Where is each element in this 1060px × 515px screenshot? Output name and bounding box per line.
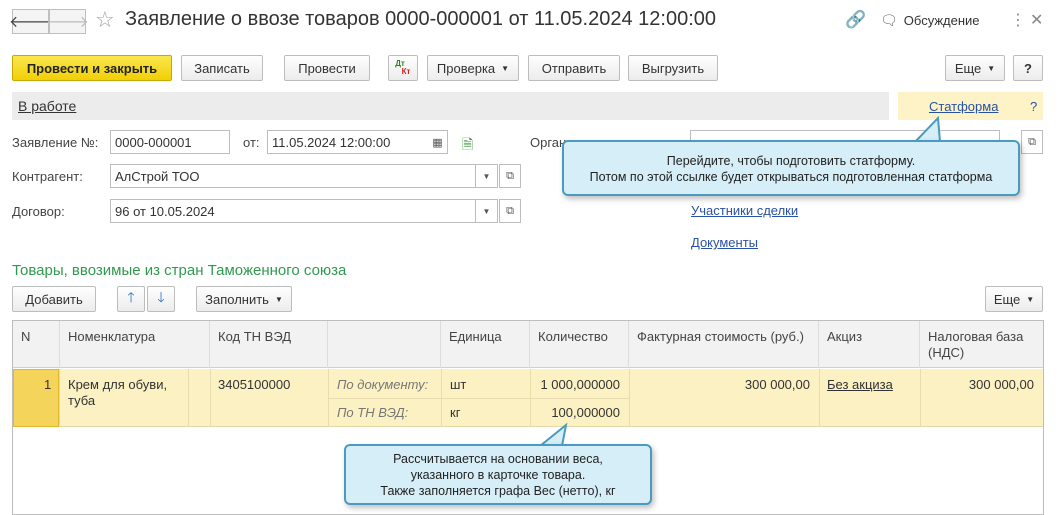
col-nomenclature[interactable]: Номенклатура: [60, 321, 210, 368]
add-button[interactable]: Добавить: [12, 286, 96, 312]
weight-tooltip-line3: Также заполняется графа Вес (нетто), кг: [380, 484, 616, 498]
arrow-right-icon: 🡒: [46, 14, 89, 31]
row-number-cell[interactable]: [13, 369, 59, 427]
row-code: 3405100000: [218, 377, 291, 392]
page-title: Заявление о ввозе товаров 0000-000001 от…: [125, 8, 716, 30]
discuss-button[interactable]: 🗨 Обсуждение: [880, 12, 980, 29]
link-icon[interactable]: 🔗: [845, 10, 866, 30]
row-qty-doc: 1 000,000000: [540, 377, 620, 392]
row-nomenclature-line2: туба: [68, 393, 96, 408]
col-excise[interactable]: Акциз: [819, 321, 920, 368]
chevron-down-icon: ▼: [1026, 294, 1035, 304]
dtkt-icon-bottom: Кт: [401, 67, 411, 76]
chevron-down-icon: ▼: [987, 63, 996, 73]
row-taxbase: 300 000,00: [968, 377, 1034, 392]
documents-link[interactable]: Документы: [691, 235, 758, 250]
row-by-tnved-label: По ТН ВЭД:: [337, 405, 409, 420]
table-more-button[interactable]: Еще ▼: [985, 286, 1043, 312]
statform-tooltip-line1: Перейдите, чтобы подготовить статформу.: [666, 154, 916, 168]
dtkt-button[interactable]: Дт Кт: [388, 55, 418, 81]
more-button[interactable]: Еще ▼: [945, 55, 1005, 81]
fill-dropdown-button[interactable]: Заполнить ▼: [196, 286, 292, 312]
post-and-close-button[interactable]: Провести и закрыть: [12, 55, 172, 81]
row-by-doc-label: По документу:: [337, 377, 429, 392]
row-unit-doc: шт: [450, 377, 467, 392]
close-icon[interactable]: ✕: [1030, 10, 1043, 30]
col-invoice[interactable]: Фактурная стоимость (руб.): [629, 321, 819, 368]
save-button[interactable]: Записать: [181, 55, 263, 81]
date-label: от:: [243, 135, 260, 150]
favorite-star-icon[interactable]: ☆: [95, 7, 115, 33]
weight-tooltip: Рассчитывается на основании веса, указан…: [344, 444, 652, 505]
move-up-icon[interactable]: 🡑: [117, 286, 145, 312]
doc-green-icon[interactable]: 🗎: [462, 134, 473, 158]
post-button[interactable]: Провести: [284, 55, 370, 81]
statform-link[interactable]: Статформа: [929, 99, 998, 114]
contract-label: Договор:: [12, 204, 65, 219]
send-button[interactable]: Отправить: [528, 55, 620, 81]
col-blank[interactable]: [328, 321, 441, 368]
help-button[interactable]: ?: [1013, 55, 1043, 81]
counterparty-open-icon[interactable]: ⧉: [499, 164, 521, 188]
col-n[interactable]: N: [13, 321, 60, 368]
statform-tooltip: Перейдите, чтобы подготовить статформу. …: [562, 140, 1020, 196]
date-field[interactable]: 11.05.2024 12:00:00: [267, 130, 429, 154]
number-field[interactable]: 0000-000001: [110, 130, 230, 154]
section-title: Товары, ввозимые из стран Таможенного со…: [12, 262, 347, 279]
forward-button[interactable]: 🡒: [46, 9, 89, 34]
col-taxbase[interactable]: Налоговая база (НДС): [920, 321, 1043, 368]
row-invoice: 300 000,00: [744, 377, 810, 392]
row-excise-link[interactable]: Без акциза: [827, 377, 893, 392]
calendar-icon[interactable]: ▦: [428, 130, 448, 154]
back-button[interactable]: 🡐: [9, 9, 52, 34]
more-label: Еще: [954, 60, 982, 76]
row-qty-tnved: 100,000000: [551, 405, 620, 420]
contract-dropdown-icon[interactable]: ▼: [476, 199, 498, 223]
row-n: 1: [44, 377, 52, 392]
unload-button[interactable]: Выгрузить: [628, 55, 718, 81]
row-nomenclature-line1: Крем для обуви,: [68, 377, 168, 392]
status-link[interactable]: В работе: [18, 98, 76, 114]
org-label: Орган: [530, 135, 567, 150]
weight-tooltip-line2: указанного в карточке товара.: [410, 468, 586, 482]
col-qty[interactable]: Количество: [530, 321, 629, 368]
participants-link[interactable]: Участники сделки: [691, 203, 798, 218]
weight-tooltip-line1: Рассчитывается на основании веса,: [393, 452, 603, 466]
counterparty-label: Контрагент:: [12, 169, 83, 184]
contract-field[interactable]: 96 от 10.05.2024: [110, 199, 476, 223]
move-down-icon[interactable]: 🡓: [147, 286, 175, 312]
counterparty-dropdown-icon[interactable]: ▼: [476, 164, 498, 188]
col-code[interactable]: Код ТН ВЭД: [210, 321, 328, 368]
org-open-icon[interactable]: ⧉: [1021, 130, 1043, 154]
number-label: Заявление №:: [12, 135, 99, 150]
chevron-down-icon: ▼: [501, 63, 510, 73]
table-header: N Номенклатура Код ТН ВЭД Единица Количе…: [13, 321, 1043, 368]
chevron-down-icon: ▼: [274, 294, 283, 304]
chat-icon: 🗨: [880, 12, 898, 28]
discuss-label: Обсуждение: [903, 13, 980, 28]
more-menu-icon[interactable]: ⋮: [1010, 10, 1026, 30]
contract-open-icon[interactable]: ⧉: [499, 199, 521, 223]
check-dropdown-button[interactable]: Проверка ▼: [427, 55, 519, 81]
statform-help-icon[interactable]: ?: [1030, 99, 1037, 114]
fill-label: Заполнить: [205, 291, 269, 307]
row-unit-tnved: кг: [450, 405, 461, 420]
check-label: Проверка: [436, 60, 496, 76]
table-row[interactable]: 1 Крем для обуви, туба 3405100000 По док…: [13, 369, 1043, 427]
table-more-label: Еще: [993, 291, 1021, 307]
counterparty-field[interactable]: АлСтрой ТОО: [110, 164, 476, 188]
col-unit[interactable]: Единица: [441, 321, 530, 368]
status-bar: [12, 92, 889, 120]
statform-tooltip-line2: Потом по этой ссылке будет открываться п…: [589, 170, 993, 184]
